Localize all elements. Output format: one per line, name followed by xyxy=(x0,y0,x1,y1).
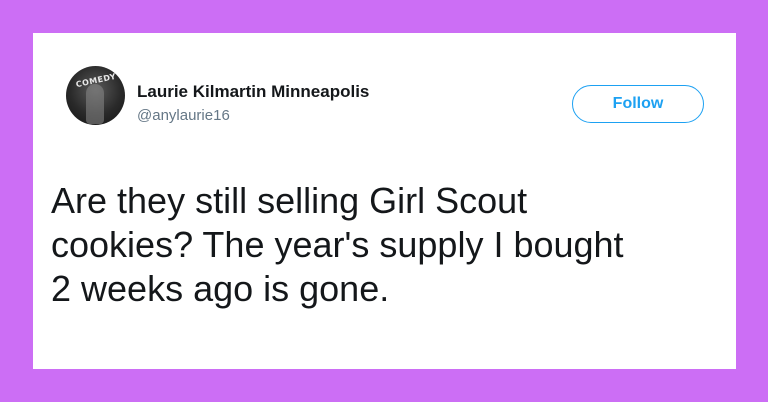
tweet-text-line: cookies? The year's supply I bought xyxy=(51,224,624,265)
tweet-text: Are they still selling Girl Scout cookie… xyxy=(51,179,731,311)
avatar[interactable]: COMEDY xyxy=(66,66,125,125)
author-handle[interactable]: @anylaurie16 xyxy=(137,107,230,124)
avatar-figure xyxy=(86,84,104,124)
tweet-text-line: 2 weeks ago is gone. xyxy=(51,268,390,309)
tweet-card: COMEDY Laurie Kilmartin Minneapolis @any… xyxy=(33,33,736,369)
tweet-text-line: Are they still selling Girl Scout xyxy=(51,180,528,221)
author-display-name[interactable]: Laurie Kilmartin Minneapolis xyxy=(137,82,369,102)
follow-button[interactable]: Follow xyxy=(572,85,704,123)
